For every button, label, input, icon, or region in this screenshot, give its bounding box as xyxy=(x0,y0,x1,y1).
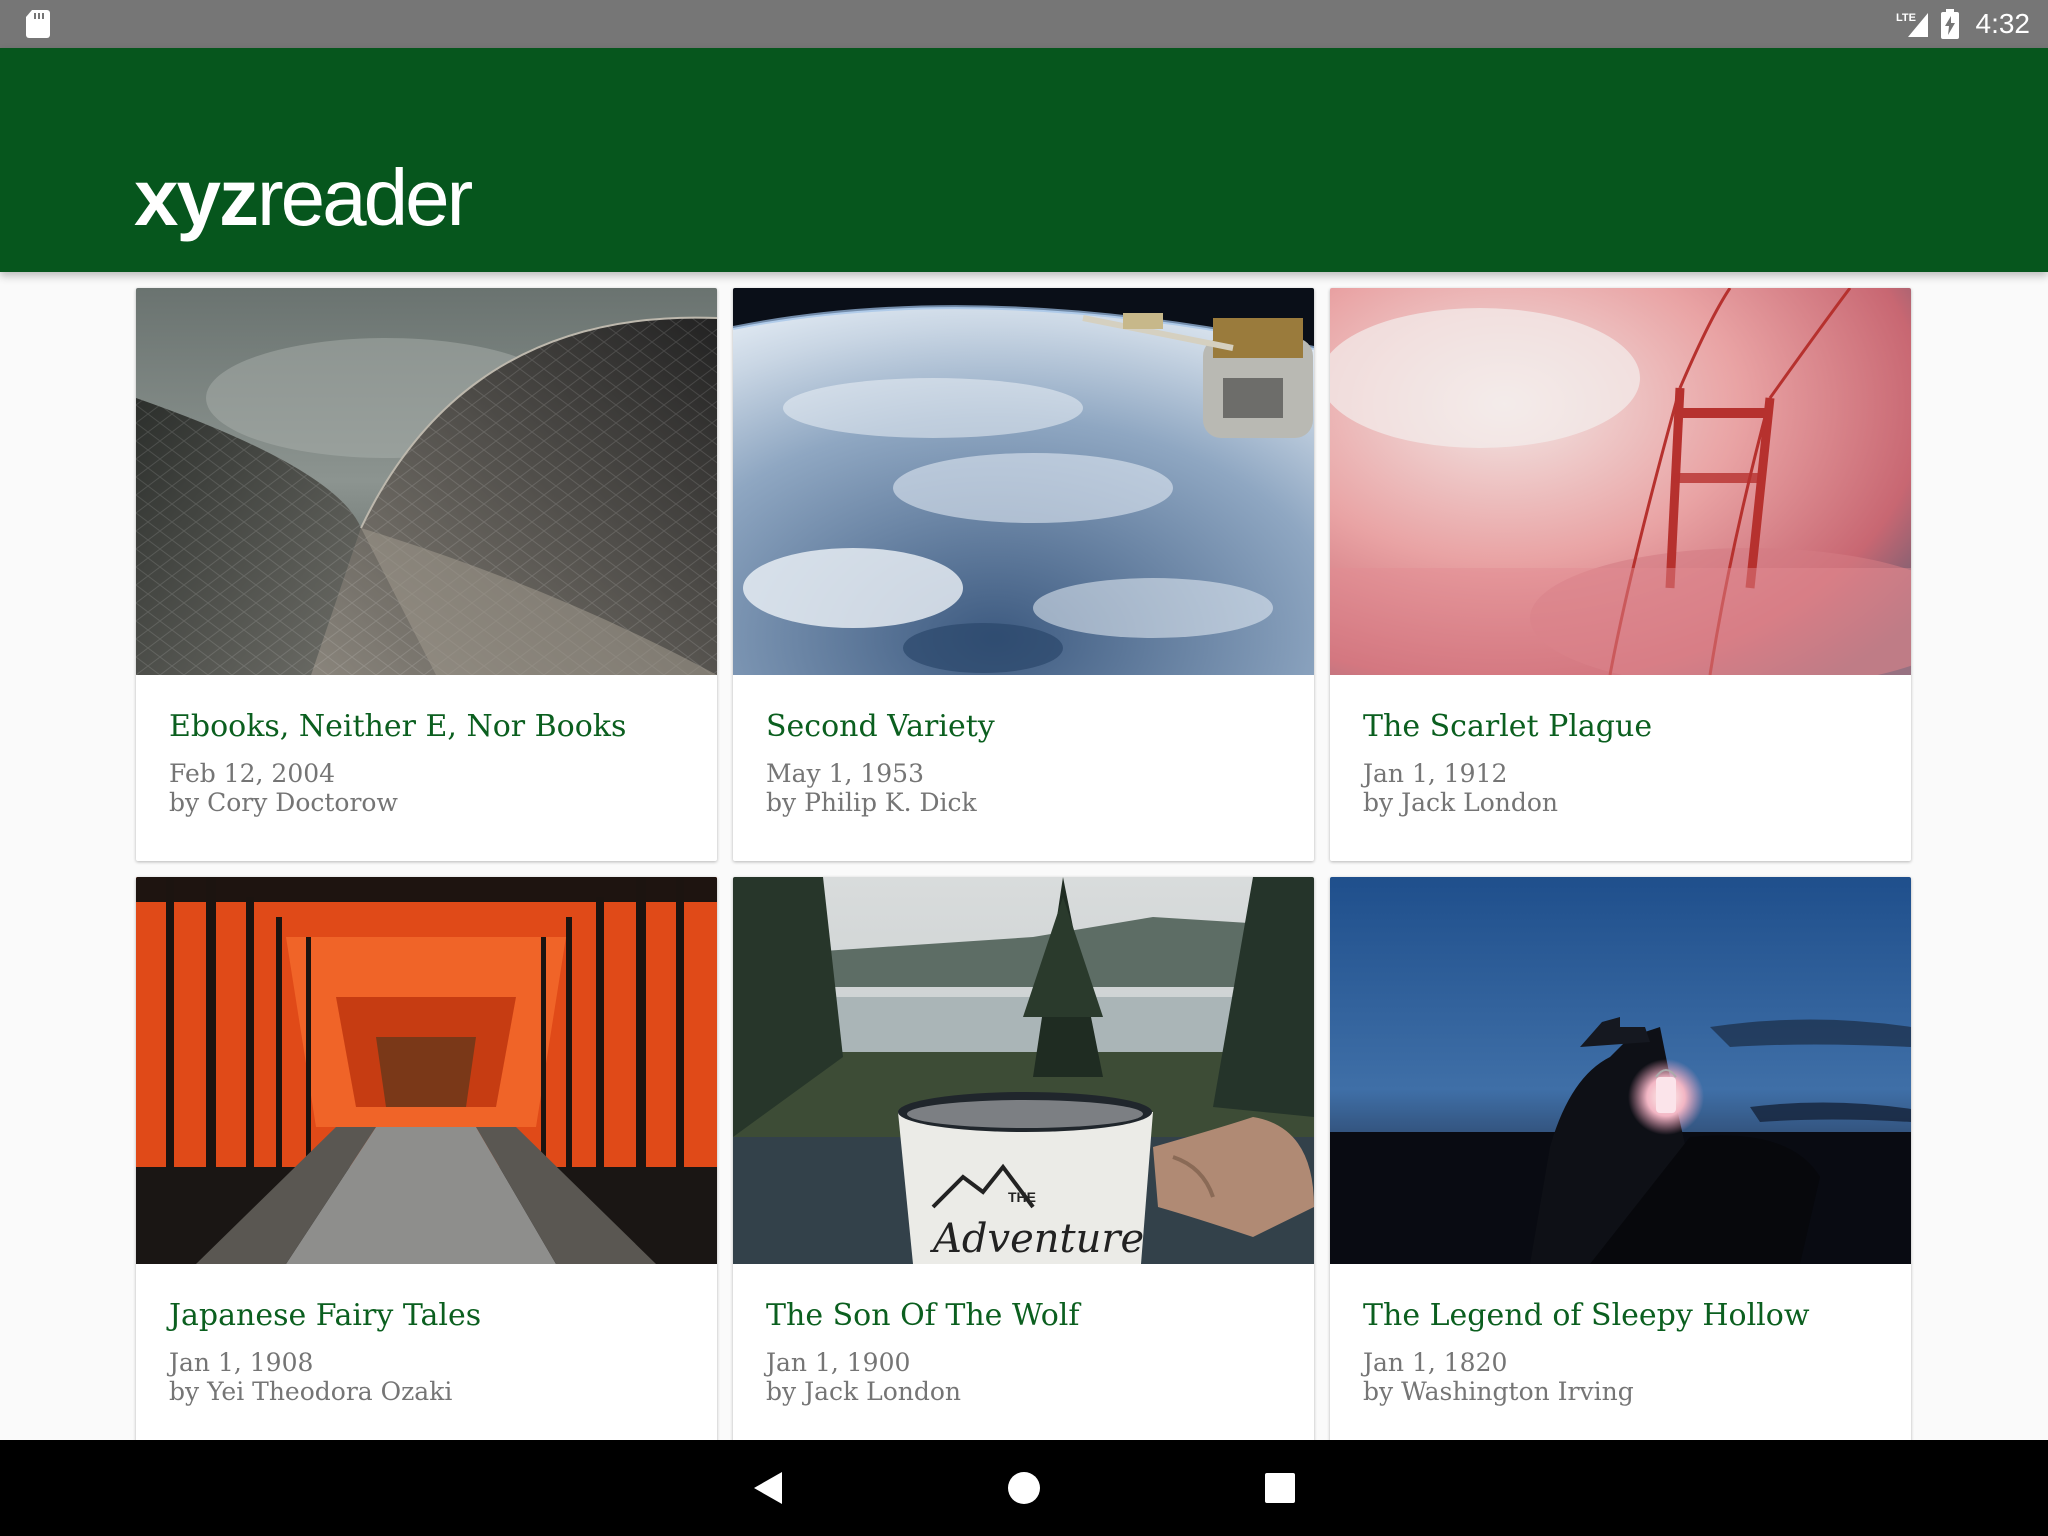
article-date: Jan 1, 1820 xyxy=(1363,1348,1508,1377)
status-bar: LTE 4:32 xyxy=(0,0,2048,48)
card-body: The Legend of Sleepy Hollow Jan 1, 1820 … xyxy=(1330,1264,1911,1406)
article-grid: Ebooks, Neither E, Nor Books Feb 12, 200… xyxy=(136,288,1912,1450)
article-thumbnail xyxy=(136,288,717,675)
article-author: by Jack London xyxy=(1363,788,1559,817)
article-card[interactable]: The Scarlet Plague Jan 1, 1912 by Jack L… xyxy=(1330,288,1911,861)
article-title: The Scarlet Plague xyxy=(1363,709,1653,744)
article-meta: Jan 1, 1820 by Washington Irving xyxy=(1363,1348,1878,1406)
svg-text:Adventure: Adventure xyxy=(929,1216,1144,1262)
article-meta: Jan 1, 1912 by Jack London xyxy=(1363,759,1878,817)
article-card[interactable]: Japanese Fairy Tales Jan 1, 1908 by Yei … xyxy=(136,877,717,1450)
article-author: by Washington Irving xyxy=(1363,1377,1634,1406)
article-date: Jan 1, 1900 xyxy=(766,1348,911,1377)
article-meta: Feb 12, 2004 by Cory Doctorow xyxy=(169,759,684,817)
recents-button[interactable] xyxy=(1220,1440,1340,1536)
article-meta: Jan 1, 1908 by Yei Theodora Ozaki xyxy=(169,1348,684,1406)
article-card[interactable]: Adventure THE The Son Of The Wolf Jan 1,… xyxy=(733,877,1314,1450)
logo-light-part: reader xyxy=(256,153,473,242)
article-thumbnail xyxy=(733,288,1314,675)
logo-bold-part: xyz xyxy=(134,153,259,242)
article-date: Jan 1, 1908 xyxy=(169,1348,314,1377)
article-card[interactable]: Ebooks, Neither E, Nor Books Feb 12, 200… xyxy=(136,288,717,861)
article-author: by Philip K. Dick xyxy=(766,788,977,817)
clock-time: 4:32 xyxy=(1975,8,2031,39)
article-thumbnail: Adventure THE xyxy=(733,877,1314,1264)
article-title: Japanese Fairy Tales xyxy=(169,1298,482,1333)
earth-from-space-station-image xyxy=(733,288,1314,675)
article-title: Ebooks, Neither E, Nor Books xyxy=(169,709,627,744)
torii-gate-path-image xyxy=(136,877,717,1264)
back-button[interactable] xyxy=(707,1440,827,1536)
curved-roof-architecture-image xyxy=(136,288,717,675)
app-bar: xyzreader xyxy=(0,48,2048,272)
article-title: Second Variety xyxy=(766,709,995,744)
article-date: Jan 1, 1912 xyxy=(1363,759,1508,788)
card-body: The Scarlet Plague Jan 1, 1912 by Jack L… xyxy=(1330,675,1911,817)
card-body: The Son Of The Wolf Jan 1, 1900 by Jack … xyxy=(733,1264,1314,1406)
article-author: by Yei Theodora Ozaki xyxy=(169,1377,453,1406)
article-meta: Jan 1, 1900 by Jack London xyxy=(766,1348,1281,1406)
navigation-bar xyxy=(0,1440,2048,1536)
article-card[interactable]: The Legend of Sleepy Hollow Jan 1, 1820 … xyxy=(1330,877,1911,1450)
article-thumbnail xyxy=(136,877,717,1264)
home-button[interactable] xyxy=(964,1440,1084,1536)
app-logo: xyzreader xyxy=(134,158,473,238)
battery-charging-icon xyxy=(1940,9,1959,39)
adventure-mug-lake-image: Adventure THE xyxy=(733,877,1314,1264)
article-meta: May 1, 1953 by Philip K. Dick xyxy=(766,759,1281,817)
rider-with-lantern-dusk-image xyxy=(1330,877,1911,1264)
network-type-label: LTE xyxy=(1896,12,1916,24)
article-author: by Jack London xyxy=(766,1377,962,1406)
signal-icon: LTE xyxy=(1896,12,1928,37)
article-author: by Cory Doctorow xyxy=(169,788,398,817)
back-icon xyxy=(754,1472,782,1504)
article-thumbnail xyxy=(1330,877,1911,1264)
recents-icon xyxy=(1265,1473,1295,1503)
home-icon xyxy=(1008,1472,1040,1504)
card-body: Japanese Fairy Tales Jan 1, 1908 by Yei … xyxy=(136,1264,717,1406)
article-card[interactable]: Second Variety May 1, 1953 by Philip K. … xyxy=(733,288,1314,861)
card-body: Ebooks, Neither E, Nor Books Feb 12, 200… xyxy=(136,675,717,817)
svg-text:THE: THE xyxy=(1008,1189,1036,1205)
status-icons: LTE 4:32 xyxy=(1896,0,2031,48)
article-thumbnail xyxy=(1330,288,1911,675)
card-body: Second Variety May 1, 1953 by Philip K. … xyxy=(733,675,1314,817)
red-bridge-in-fog-image xyxy=(1330,288,1911,675)
article-title: The Legend of Sleepy Hollow xyxy=(1363,1298,1810,1333)
article-date: Feb 12, 2004 xyxy=(169,759,336,788)
article-date: May 1, 1953 xyxy=(766,759,924,788)
article-title: The Son Of The Wolf xyxy=(766,1298,1080,1333)
sd-card-icon xyxy=(26,10,50,38)
